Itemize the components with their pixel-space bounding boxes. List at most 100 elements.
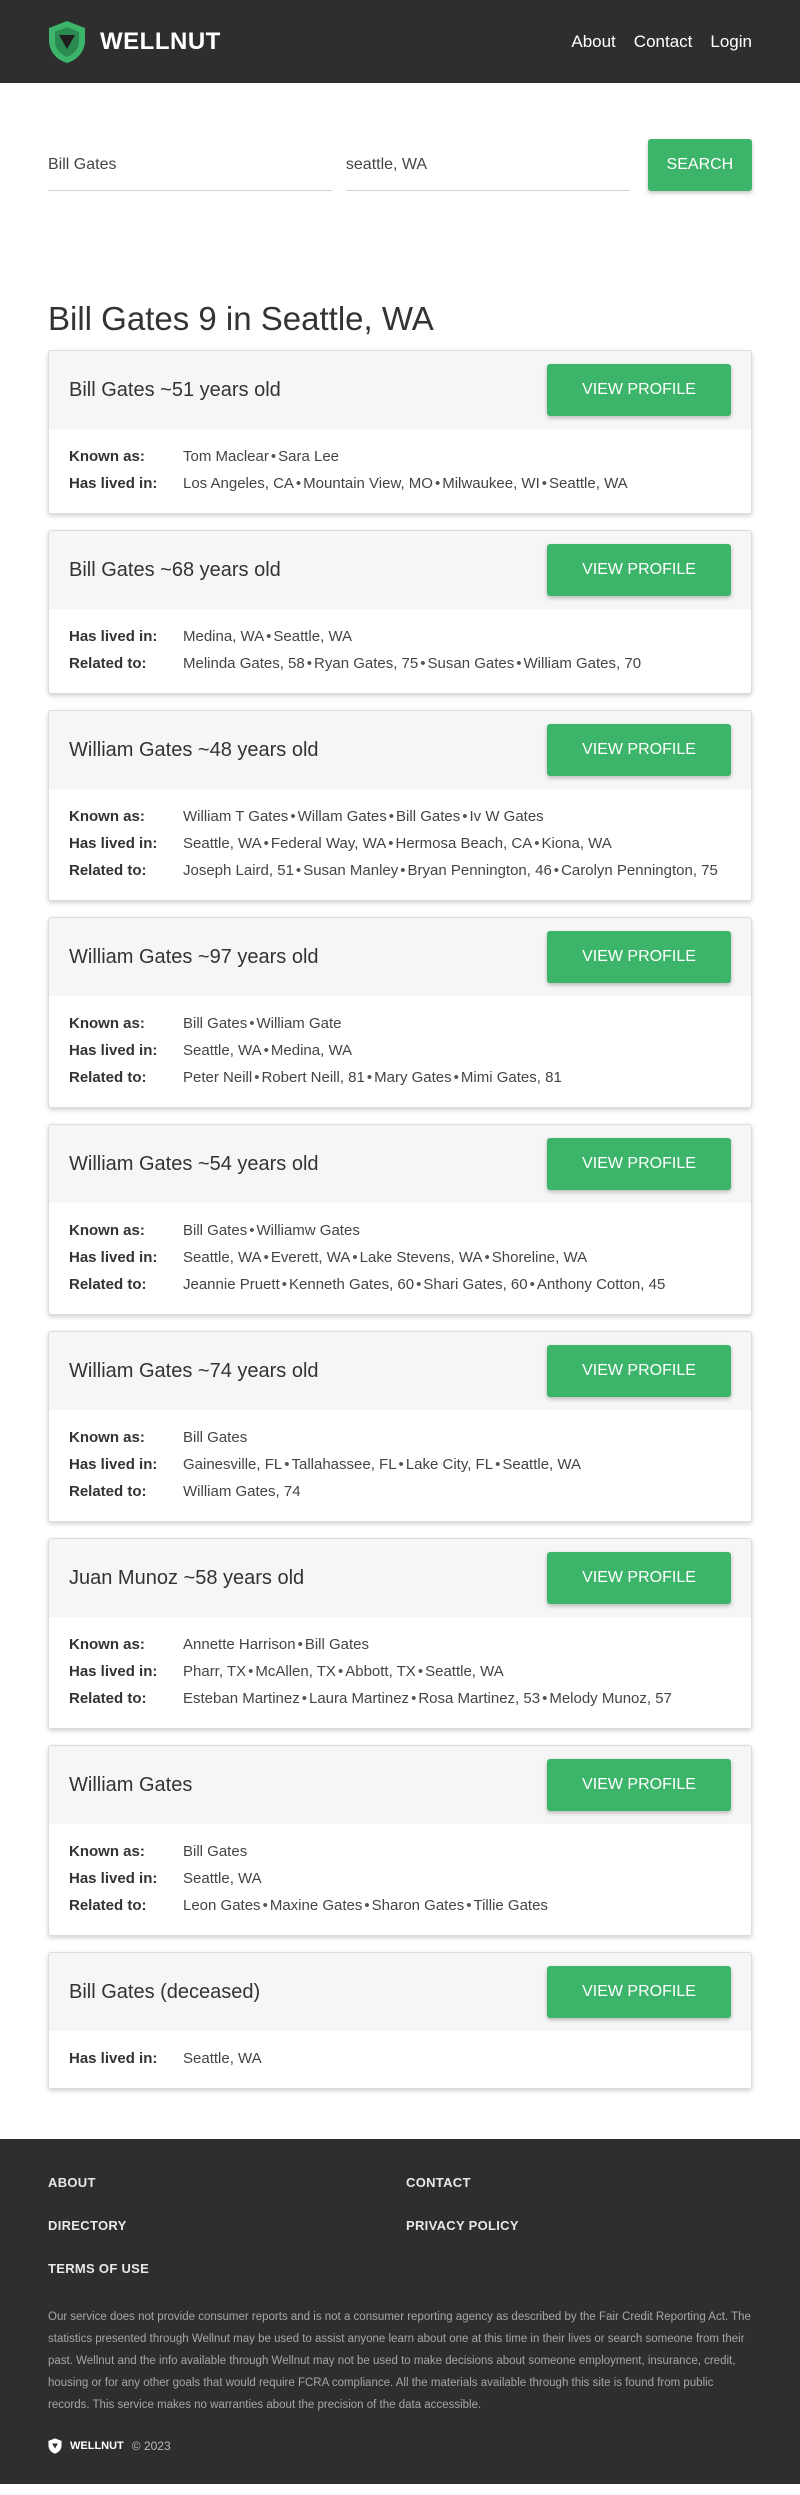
view-profile-button[interactable]: VIEW PROFILE: [547, 1966, 731, 2018]
bullet-separator: •: [263, 1249, 269, 1266]
bullet-separator: •: [553, 862, 560, 879]
detail-label: Has lived in:: [69, 835, 158, 852]
footer-about-link[interactable]: ABOUT: [48, 2175, 406, 2190]
detail-values: Seattle, WA: [183, 1869, 731, 1888]
detail-label: Known as:: [69, 1222, 145, 1239]
view-profile-button[interactable]: VIEW PROFILE: [547, 1345, 731, 1397]
result-name: Bill Gates (deceased): [69, 1980, 261, 2003]
bullet-separator: •: [262, 1897, 268, 1914]
bullet-separator: •: [295, 862, 302, 879]
detail-value: Leon Gates: [183, 1897, 261, 1914]
detail-values: Medina, WA • Seattle, WA: [183, 627, 731, 646]
detail-value: Seattle, WA: [183, 835, 262, 852]
detail-value: Medina, WA: [183, 628, 265, 645]
result-details: Known as: Bill Gates Has lived in: Seattle,…: [49, 1824, 751, 1935]
result-name: Juan Munoz ~58 years old: [69, 1566, 305, 1589]
footer-terms-link[interactable]: TERMS OF USE: [48, 2261, 406, 2276]
detail-value: Los Angeles, CA: [183, 475, 294, 492]
detail-value: Melody Munoz, 57: [549, 1690, 672, 1707]
detail-value: Bill Gates: [183, 1843, 248, 1860]
detail-value: Lake Stevens, WA: [359, 1249, 483, 1266]
detail-value: Jeannie Pruett: [183, 1276, 280, 1293]
view-profile-button[interactable]: VIEW PROFILE: [547, 1138, 731, 1190]
detail-row: Known as: Bill Gates: [69, 1842, 731, 1861]
detail-value: Gainesville, FL: [183, 1456, 283, 1473]
detail-values: Bill Gates • Williamw Gates: [183, 1221, 731, 1240]
footer-directory-link[interactable]: DIRECTORY: [48, 2218, 406, 2233]
detail-values: Seattle, WA • Federal Way, WA • Hermosa Beac…: [183, 834, 731, 853]
view-profile-button[interactable]: VIEW PROFILE: [547, 931, 731, 983]
detail-row: Related to: Melinda Gates, 58 • Ryan Gates,…: [69, 654, 731, 673]
bullet-separator: •: [398, 1456, 404, 1473]
nav-contact-link[interactable]: Contact: [634, 32, 693, 52]
footer-privacy-policy-link[interactable]: PRIVACY POLICY: [406, 2218, 752, 2233]
bullet-separator: •: [249, 1015, 255, 1032]
detail-value: Carolyn Pennington, 75: [561, 862, 718, 879]
detail-value: Seattle, WA: [183, 1870, 262, 1887]
detail-value: Ryan Gates, 75: [314, 655, 419, 672]
detail-row: Related to: Peter Neill • Robert Neill, 81 •…: [69, 1068, 731, 1087]
bullet-separator: •: [337, 1663, 344, 1680]
detail-values: Los Angeles, CA • Mountain View, MO • Milwau…: [183, 474, 731, 493]
view-profile-button[interactable]: VIEW PROFILE: [547, 1552, 731, 1604]
name-search-input[interactable]: Bill Gates: [48, 139, 332, 191]
search-button[interactable]: SEARCH: [647, 139, 752, 191]
detail-label: Known as:: [69, 1636, 145, 1653]
bullet-separator: •: [306, 655, 313, 672]
result-card-header: Bill Gates ~51 years old VIEW PROFILE: [49, 351, 751, 429]
nav-login-link[interactable]: Login: [710, 32, 752, 52]
bullet-separator: •: [466, 1897, 472, 1914]
detail-row: Has lived in: Pharr, TX • McAllen, TX • Abbot…: [69, 1662, 731, 1681]
detail-value: Tallahassee, FL: [291, 1456, 397, 1473]
bullet-separator: •: [529, 1276, 535, 1293]
detail-value: Sara Lee: [278, 448, 340, 465]
detail-label: Related to:: [69, 1276, 147, 1293]
site-footer: ABOUT CONTACT DIRECTORY PRIVACY POLICY T…: [0, 2139, 800, 2484]
detail-value: Seattle, WA: [183, 2050, 262, 2067]
detail-value: Annette Harrison: [183, 1636, 296, 1653]
nav-about-link[interactable]: About: [571, 32, 615, 52]
detail-label: Has lived in:: [69, 1870, 158, 1887]
result-card: William Gates ~74 years old VIEW PROFILE K…: [48, 1331, 752, 1522]
result-name: Bill Gates ~51 years old: [69, 378, 281, 401]
result-details: Known as: Bill Gates • Williamw Gates Has li…: [49, 1203, 751, 1314]
detail-label: Has lived in:: [69, 1456, 158, 1473]
detail-values: Tom Maclear • Sara Lee: [183, 447, 731, 466]
detail-value: Medina, WA: [270, 1042, 353, 1059]
detail-values: Leon Gates • Maxine Gates • Sharon Gates • Til…: [183, 1896, 731, 1915]
view-profile-button[interactable]: VIEW PROFILE: [547, 724, 731, 776]
detail-values: William Gates, 74: [183, 1482, 731, 1501]
result-card: Bill Gates (deceased) VIEW PROFILE Has liv…: [48, 1952, 752, 2089]
detail-value: Shari Gates, 60: [423, 1276, 528, 1293]
view-profile-button[interactable]: VIEW PROFILE: [547, 544, 731, 596]
bullet-separator: •: [270, 448, 277, 465]
detail-value: Williamw Gates: [256, 1222, 360, 1239]
brand[interactable]: WELLNUT: [48, 20, 221, 64]
bullet-separator: •: [434, 475, 441, 492]
result-card: Bill Gates ~51 years old VIEW PROFILE Know…: [48, 350, 752, 514]
result-name: William Gates ~74 years old: [69, 1359, 319, 1382]
detail-value: Susan Gates: [427, 655, 515, 672]
bullet-separator: •: [534, 835, 540, 852]
detail-values: Jeannie Pruett • Kenneth Gates, 60 • Shari G…: [183, 1275, 731, 1294]
result-details: Known as: Bill Gates • William Gate Has live…: [49, 996, 751, 1107]
detail-value: Kenneth Gates, 60: [289, 1276, 415, 1293]
view-profile-button[interactable]: VIEW PROFILE: [547, 364, 731, 416]
footer-contact-link[interactable]: CONTACT: [406, 2175, 752, 2190]
detail-value: Kiona, WA: [541, 835, 612, 852]
detail-label: Known as:: [69, 1015, 145, 1032]
view-profile-button[interactable]: VIEW PROFILE: [547, 1759, 731, 1811]
detail-value: Bill Gates: [183, 1015, 248, 1032]
detail-row: Has lived in: Gainesville, FL • Tallahassee…: [69, 1455, 731, 1474]
location-search-input[interactable]: seattle, WA: [345, 139, 630, 191]
detail-values: Gainesville, FL • Tallahassee, FL • Lake Cit…: [183, 1455, 731, 1474]
detail-value: Abbott, TX: [345, 1663, 416, 1680]
detail-row: Has lived in: Seattle, WA • Everett, WA • Lak…: [69, 1248, 731, 1267]
detail-value: Mimi Gates, 81: [460, 1069, 562, 1086]
detail-value: Rosa Martinez, 53: [418, 1690, 541, 1707]
result-card-header: William Gates VIEW PROFILE: [49, 1746, 751, 1824]
detail-label: Related to:: [69, 1897, 147, 1914]
bullet-separator: •: [364, 1897, 370, 1914]
result-name: William Gates ~54 years old: [69, 1152, 319, 1175]
detail-value: Maxine Gates: [269, 1897, 363, 1914]
